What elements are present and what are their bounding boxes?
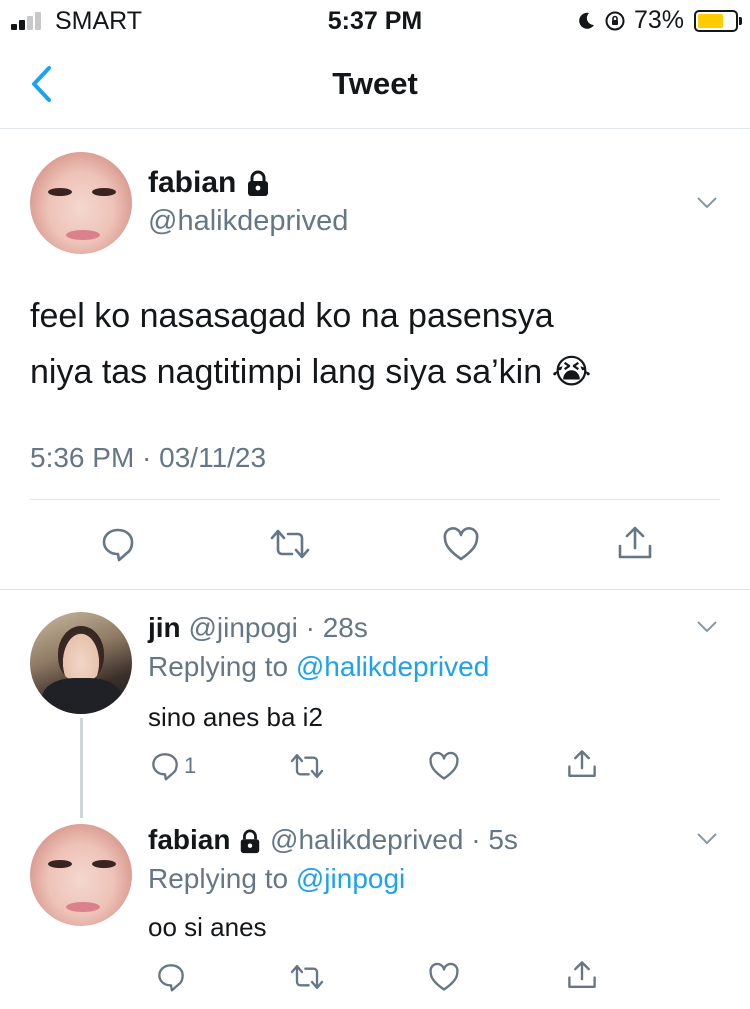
reply-button[interactable] — [156, 962, 186, 992]
retweet-button[interactable] — [288, 751, 326, 781]
reply-icon — [158, 964, 184, 992]
reply-age: · 5s — [471, 824, 518, 855]
retweet-icon — [290, 965, 324, 989]
avatar[interactable] — [30, 152, 132, 254]
avatar[interactable] — [30, 612, 132, 714]
author-handle[interactable]: @halikdeprived — [148, 205, 348, 238]
moon-icon — [579, 12, 594, 29]
share-button[interactable] — [566, 748, 598, 780]
reply-text: oo si anes — [148, 912, 267, 942]
chevron-down-icon[interactable] — [696, 832, 718, 846]
avatar[interactable] — [30, 824, 132, 926]
battery-percent: 73% — [633, 6, 684, 34]
divider — [0, 589, 750, 590]
replying-to: Replying to @halikdeprived — [148, 651, 490, 682]
lock-icon — [241, 829, 260, 853]
replying-to-link[interactable]: @halikdeprived — [296, 651, 489, 682]
author-name[interactable]: jin — [148, 612, 181, 643]
tweet-text: feel ko nasasagad ko na pasensya niya ta… — [30, 297, 592, 391]
reply-icon — [152, 753, 178, 781]
nav-bar: Tweet — [0, 40, 750, 129]
reply-text: sino anes ba i2 — [148, 702, 323, 732]
share-icon — [568, 961, 596, 988]
divider — [30, 499, 720, 500]
like-icon — [429, 751, 459, 780]
reply-icon — [102, 528, 134, 562]
retweet-button[interactable] — [288, 962, 326, 992]
like-icon — [443, 527, 479, 561]
like-icon — [429, 962, 459, 991]
share-icon — [618, 526, 652, 559]
crying-emoji: 😭 — [551, 353, 592, 391]
status-bar: SMART 5:37 PM 73% — [0, 0, 750, 40]
chevron-down-icon[interactable] — [696, 196, 718, 210]
share-icon — [568, 750, 596, 777]
battery-icon — [694, 9, 742, 32]
retweet-icon — [270, 529, 310, 559]
like-button[interactable] — [442, 526, 480, 562]
author-name[interactable]: fabian — [148, 824, 230, 855]
author-handle[interactable]: @halikdeprived — [270, 824, 463, 855]
reply-author-row: fabian @halikdeprived · 5s — [148, 824, 518, 856]
replying-to: Replying to @jinpogi — [148, 863, 406, 894]
retweet-icon — [290, 754, 324, 778]
reply-button[interactable]: 1 — [150, 751, 196, 781]
reply-button[interactable] — [100, 526, 136, 562]
author-handle[interactable]: @jinpogi — [188, 612, 297, 643]
lock-icon — [247, 170, 268, 197]
like-button[interactable] — [428, 962, 460, 992]
author-name[interactable]: fabian — [148, 166, 236, 199]
replying-to-link[interactable]: @jinpogi — [296, 863, 405, 894]
share-button[interactable] — [566, 959, 598, 991]
like-button[interactable] — [428, 751, 460, 781]
reply-age: · 28s — [305, 612, 368, 643]
page-title: Tweet — [332, 66, 418, 101]
share-button[interactable] — [616, 524, 654, 562]
chevron-down-icon[interactable] — [696, 620, 718, 634]
thread-line — [80, 718, 83, 818]
reply-count: 1 — [184, 753, 197, 778]
tweet-timestamp: 5:36 PM · 03/11/23 — [30, 442, 267, 473]
author-row: fabian — [148, 166, 271, 200]
retweet-button[interactable] — [268, 526, 312, 562]
orientation-lock-icon — [605, 11, 625, 30]
reply-author-row: jin @jinpogi · 28s — [148, 612, 368, 644]
